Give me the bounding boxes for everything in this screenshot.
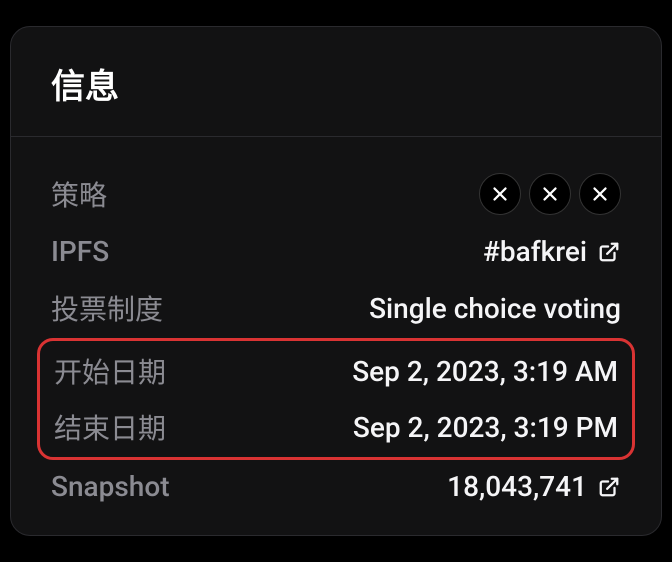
start-date-row: 开始日期 Sep 2, 2023, 3:19 AM: [54, 351, 618, 391]
end-date-row: 结束日期 Sep 2, 2023, 3:19 PM: [54, 407, 618, 447]
strategy-row: 策略: [51, 173, 621, 215]
external-link-icon: [597, 475, 621, 499]
info-card: 信息 策略 IPFS #bafkrei: [10, 26, 662, 536]
voting-system-value: Single choice voting: [369, 292, 621, 325]
strategy-icons: [479, 173, 621, 215]
end-date-label: 结束日期: [54, 407, 166, 447]
card-title: 信息: [51, 59, 621, 108]
ipfs-row: IPFS #bafkrei: [51, 235, 621, 268]
snapshot-value: 18,043,741: [447, 470, 587, 503]
voting-system-row: 投票制度 Single choice voting: [51, 288, 621, 328]
start-date-value: Sep 2, 2023, 3:19 AM: [352, 355, 618, 388]
strategy-label: 策略: [51, 174, 107, 214]
external-link-icon: [597, 240, 621, 264]
date-highlight-box: 开始日期 Sep 2, 2023, 3:19 AM 结束日期 Sep 2, 20…: [37, 338, 635, 460]
snapshot-row: Snapshot 18,043,741: [51, 470, 621, 503]
ipfs-value: #bafkrei: [483, 235, 587, 268]
snapshot-label: Snapshot: [51, 470, 170, 503]
strategy-x-icon[interactable]: [579, 173, 621, 215]
strategy-x-icon[interactable]: [479, 173, 521, 215]
end-date-value: Sep 2, 2023, 3:19 PM: [353, 411, 618, 444]
card-content: 策略 IPFS #bafkrei: [11, 137, 661, 535]
start-date-label: 开始日期: [54, 351, 166, 391]
ipfs-label: IPFS: [51, 235, 109, 268]
strategy-x-icon[interactable]: [529, 173, 571, 215]
voting-system-label: 投票制度: [51, 288, 163, 328]
ipfs-value-container[interactable]: #bafkrei: [483, 235, 621, 268]
card-header: 信息: [11, 27, 661, 137]
snapshot-value-container[interactable]: 18,043,741: [447, 470, 621, 503]
